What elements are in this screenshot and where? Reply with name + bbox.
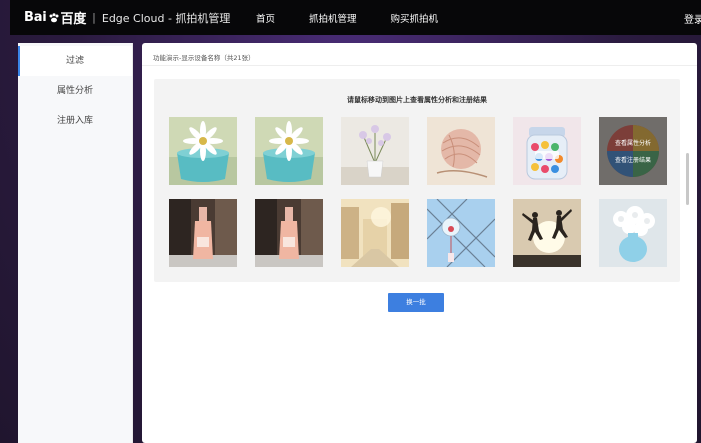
image-thumb-wind-chime[interactable]: [427, 199, 495, 267]
sidebar-item-register[interactable]: 注册入库: [18, 106, 132, 136]
top-nav-bar: Bai 百度 | Edge Cloud - 抓拍机管理 首页 抓拍机管理 购买抓…: [10, 0, 701, 35]
baidu-logo[interactable]: Bai 百度: [24, 8, 86, 27]
image-thumb-bottle-2[interactable]: [255, 199, 323, 267]
nav-home[interactable]: 首页: [256, 11, 275, 25]
refresh-batch-button[interactable]: 换一批: [388, 293, 444, 312]
sidebar-item-label: 属性分析: [56, 86, 93, 96]
sidebar-item-attribute-analysis[interactable]: 属性分析: [18, 76, 132, 106]
main-panel: 功能演示-显示设备名称（共21张） 请鼠标移动到图片上查看属性分析和注册结果 查…: [142, 43, 697, 443]
image-thumb-flowers-vase[interactable]: [341, 117, 409, 185]
sidebar-item-label: 注册入库: [56, 116, 93, 126]
image-thumb-balloon[interactable]: 查看属性分析 查看注册结果: [599, 117, 667, 185]
main-nav: 首页 抓拍机管理 购买抓拍机: [256, 0, 472, 35]
image-thumb-yarn[interactable]: [427, 117, 495, 185]
nav-buy-camera[interactable]: 购买抓拍机: [391, 11, 439, 25]
image-thumb-white-flowers[interactable]: [599, 199, 667, 267]
login-link[interactable]: 登录: [684, 11, 701, 26]
image-thumb-city-street[interactable]: [341, 199, 409, 267]
image-thumb-bottle-1[interactable]: [169, 199, 237, 267]
logo-text-left: Bai: [24, 10, 47, 25]
image-thumb-daisy-1[interactable]: [169, 117, 237, 185]
gallery-hint: 请鼠标移动到图片上查看属性分析和注册结果: [347, 96, 487, 104]
logo-text-right: 百度: [60, 12, 87, 27]
view-register-result-link[interactable]: 查看注册结果: [615, 155, 651, 164]
image-thumb-candy-jar[interactable]: [513, 117, 581, 185]
logo-separator: |: [92, 11, 96, 24]
image-gallery: 请鼠标移动到图片上查看属性分析和注册结果 查看属性分析 查看注册结果: [154, 79, 680, 282]
breadcrumb: 功能演示-显示设备名称（共21张）: [153, 54, 255, 62]
image-thumb-daisy-2[interactable]: [255, 117, 323, 185]
sidebar: 过滤 属性分析 注册入库: [18, 43, 133, 443]
paw-icon: [48, 12, 60, 23]
hover-overlay[interactable]: 查看属性分析 查看注册结果: [599, 117, 667, 185]
sidebar-item-filter[interactable]: 过滤: [18, 46, 132, 76]
image-thumb-silhouettes[interactable]: [513, 199, 581, 267]
sidebar-item-label: 过滤: [65, 56, 84, 66]
view-attribute-analysis-link[interactable]: 查看属性分析: [615, 138, 651, 147]
divider: [142, 65, 697, 66]
app-title: Edge Cloud - 抓拍机管理: [101, 11, 231, 25]
nav-camera-management[interactable]: 抓拍机管理: [309, 11, 357, 25]
scrollbar[interactable]: [686, 153, 689, 205]
